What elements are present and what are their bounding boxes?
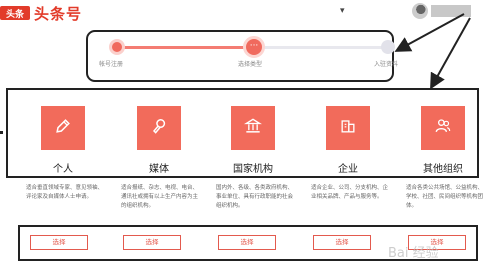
step-profile-dot — [381, 40, 395, 54]
category-enterprise-label: 企业 — [338, 164, 358, 175]
arrow-to-categories — [430, 17, 471, 90]
select-media-button[interactable]: 选择 — [123, 235, 181, 250]
logo-text: 头条号 — [34, 5, 83, 23]
stepper-highlight-box — [86, 30, 394, 82]
category-government-desc: 国内外、各级、各类政府机构、事业单位、具有行政职能的社会组织机构。 — [216, 185, 294, 209]
username-placeholder — [431, 5, 471, 17]
stepper-progress-line — [118, 46, 254, 49]
step-account-register-dot — [109, 39, 125, 55]
category-enterprise-card[interactable] — [326, 106, 370, 150]
category-enterprise-desc: 适合企业、公司、分支机构、企业相关品牌、产品与服务等。 — [311, 185, 389, 200]
logo-badge: 头条 — [0, 6, 30, 20]
step-account-register-label: 帐号注册 — [99, 61, 124, 68]
step-profile-label: 入驻资料 — [374, 61, 399, 68]
avatar[interactable] — [412, 3, 428, 19]
company-building-icon — [338, 116, 358, 140]
category-personal-desc: 适合垂直领域专家、意见领袖、评论家及自媒体人士申请。 — [26, 185, 104, 200]
select-government-button[interactable]: 选择 — [218, 235, 276, 250]
step-select-type-label: 选择类型 — [238, 61, 263, 68]
category-personal-label: 个人 — [53, 164, 73, 175]
arrow-to-stepper — [394, 13, 465, 52]
microphone-icon — [149, 116, 169, 140]
category-media-label: 媒体 — [149, 164, 169, 175]
category-other-org-card[interactable] — [421, 106, 465, 150]
dropdown-caret-icon[interactable]: ▾ — [340, 6, 345, 16]
watermark: Bai 经验 — [388, 246, 439, 261]
category-government-card[interactable] — [231, 106, 275, 150]
category-government-label: 国家机构 — [233, 164, 273, 175]
government-building-icon — [243, 116, 263, 140]
group-icon — [433, 116, 453, 140]
select-personal-button[interactable]: 选择 — [30, 235, 88, 250]
category-media-desc: 适合报纸、杂志、电视、电台、通讯社或拥有以上生产内容为主的组织机构。 — [121, 185, 199, 209]
margin-dot — [0, 131, 3, 134]
pencil-icon — [53, 116, 73, 140]
stepper-remaining-line — [254, 46, 388, 49]
category-other-org-desc: 适合各类公共场馆、公益机构、学校、社团、民间组织等机构团体。 — [406, 185, 484, 209]
category-personal-card[interactable] — [41, 106, 85, 150]
step-select-type-dot: ··· — [243, 36, 265, 58]
category-other-org-label: 其他组织 — [423, 164, 463, 175]
select-enterprise-button[interactable]: 选择 — [313, 235, 371, 250]
category-media-card[interactable] — [137, 106, 181, 150]
